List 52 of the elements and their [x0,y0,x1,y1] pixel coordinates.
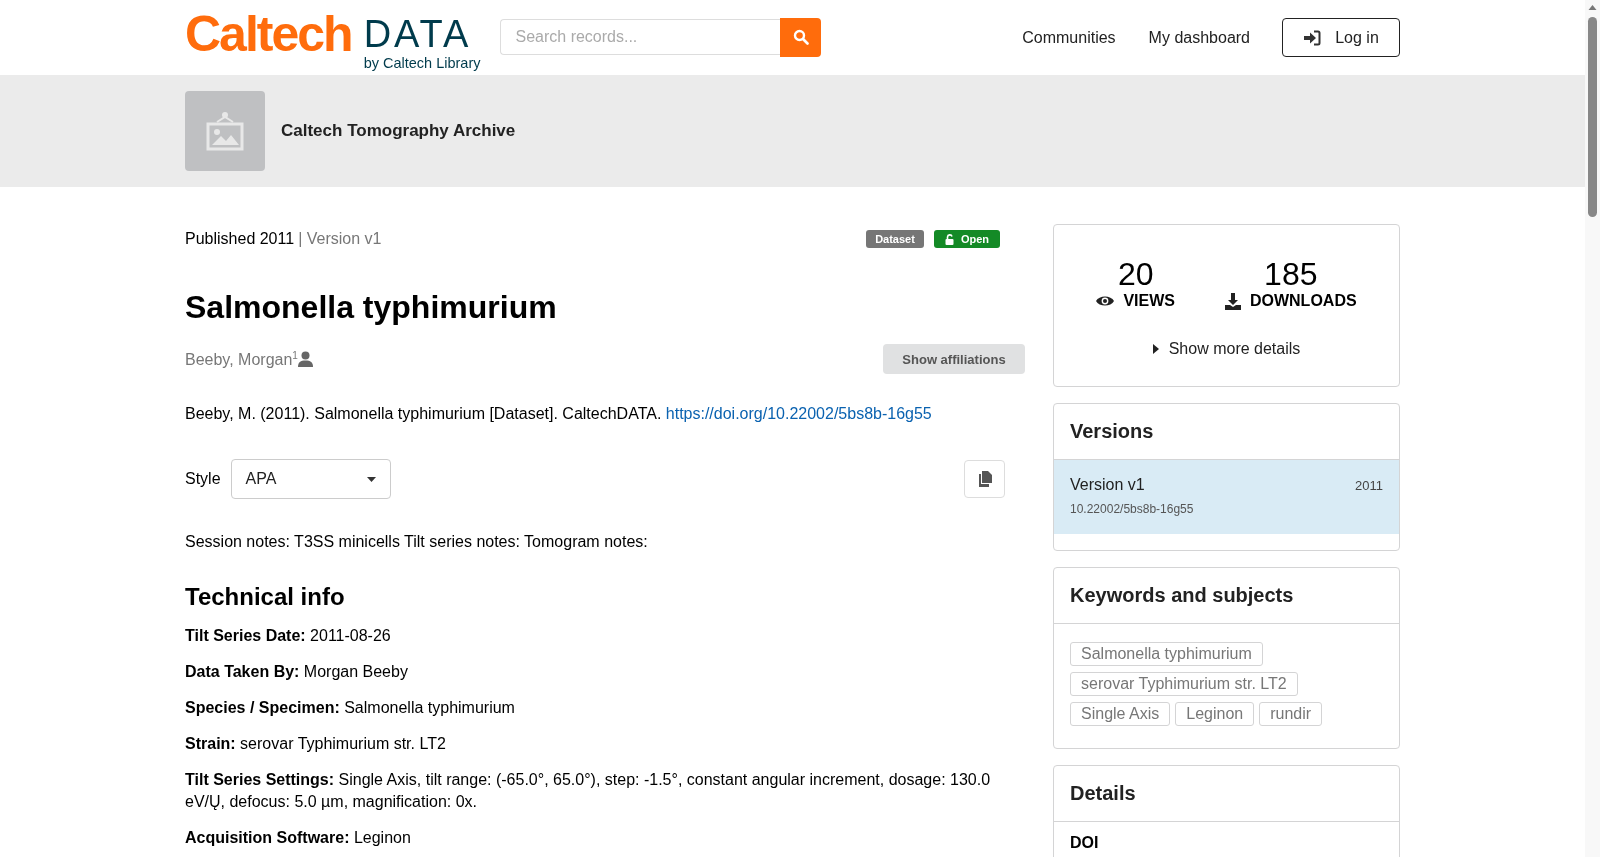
search-field[interactable]: Search records... [500,18,781,55]
search-icon [793,29,809,45]
stat-label: VIEWS [1123,292,1175,310]
eye-icon [1096,295,1115,307]
copy-button[interactable] [964,460,1005,499]
caret-right-icon [1152,344,1159,354]
community-name[interactable]: Caltech Tomography Archive [281,121,516,141]
technical-field: Species / Specimen: Salmonella typhimurium [185,697,1005,720]
card-heading: Keywords and subjects [1054,568,1399,624]
stat-count: 185 [1264,258,1318,290]
show-more-details-toggle[interactable]: Show more details [1152,340,1301,358]
published-date: Published 2011 [185,230,295,248]
version-item[interactable]: Version v1 2011 10.22002/5bs8b-16g55 [1054,460,1399,534]
technical-field: Tilt Series Date: 2011-08-26 [185,625,1005,648]
access-badge: Open [933,230,1000,248]
technical-field: Strain: serovar Typhimurium str. LT2 [185,733,1005,756]
keyword-tag[interactable]: Single Axis [1070,702,1171,726]
sign-in-icon [1303,29,1322,46]
image-icon [206,111,244,151]
stat-count: 20 [1117,258,1154,290]
section-heading: Technical info [185,583,346,612]
download-icon [1224,292,1241,310]
login-button[interactable]: Log in [1282,18,1400,57]
card-heading: Details [1054,766,1399,822]
logo-subtitle: DATA [363,14,473,53]
resource-type-badge: Dataset [866,230,924,248]
style-label: Style [185,470,221,489]
unlock-icon [944,233,955,245]
doi-link[interactable]: https://doi.org/10.22002/5bs8b-16g55 [665,405,932,423]
keyword-tag[interactable]: serovar Typhimurium str. LT2 [1070,672,1298,696]
search-button[interactable] [780,17,822,57]
technical-field: Data Taken By: Morgan Beeby [185,661,1005,684]
stat-label: DOWNLOADS [1249,292,1357,310]
show-affiliations-button[interactable]: Show affiliations [883,344,1025,375]
technical-field: Acquisition Software: Leginon [185,827,1005,850]
nav-link[interactable]: Communities [1022,28,1116,47]
keyword-tag[interactable]: rundir [1259,702,1323,726]
citation-style-dropdown[interactable]: APA [230,459,391,500]
logo-tagline: by Caltech Library [363,55,481,71]
author-name[interactable]: Beeby, Morgan$^{1}$ [185,349,298,370]
citation-text: Beeby, M. (2011). Salmonella typhimurium [Dataset]. CaltechDATA. https://doi.org/10.22002/5bs8b-16g55 [185,404,933,425]
person-icon [297,351,313,368]
technical-field: Tilt Series Settings: Single Axis, tilt range: (-65.0°, 65.0°), step: -1.5°, constant angular increment, dosage: 130.0 eV/Ų, defocus: 5.0 µm, magnification: 0x. [185,769,1005,814]
detail-label: DOI [1069,833,1100,853]
record-title: Salmonella typhimurium [185,288,558,327]
copy-icon [977,471,992,488]
keyword-tag[interactable]: Salmonella typhimurium [1070,642,1263,666]
version-label: | Version v1 [298,230,382,248]
description-text: Session notes: T3SS minicells Tilt series notes: Tomogram notes: [185,533,649,552]
nav-link[interactable]: My dashboard [1148,28,1250,47]
caret-icon [366,476,376,482]
keyword-tag[interactable]: Leginon [1175,702,1255,726]
